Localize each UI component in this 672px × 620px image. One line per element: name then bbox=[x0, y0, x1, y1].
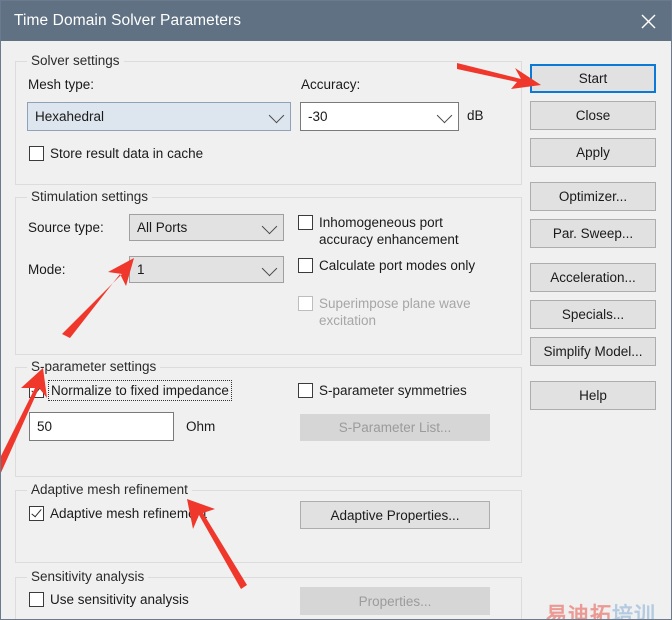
optimizer-button-label: Optimizer... bbox=[558, 189, 628, 204]
sparameter-list-button: S-Parameter List... bbox=[300, 414, 490, 441]
close-button[interactable] bbox=[625, 1, 671, 41]
impedance-unit-label: Ohm bbox=[186, 419, 216, 434]
adaptive-properties-button[interactable]: Adaptive Properties... bbox=[300, 501, 490, 529]
sensitivity-properties-label: Properties... bbox=[358, 593, 432, 609]
watermark-logo: 易迪拓培训 射频和天线设计专家 bbox=[535, 604, 667, 620]
checkbox-box bbox=[29, 592, 44, 607]
acceleration-button-label: Acceleration... bbox=[550, 270, 636, 285]
close-dialog-button[interactable]: Close bbox=[530, 101, 656, 130]
adaptive-mesh-group-label: Adaptive mesh refinement bbox=[27, 482, 192, 497]
inhomogeneous-port-accuracy-checkbox[interactable]: Inhomogeneous port accuracy enhancement bbox=[298, 214, 473, 248]
superimpose-plane-wave-checkbox: Superimpose plane wave excitation bbox=[298, 295, 488, 329]
apply-button[interactable]: Apply bbox=[530, 138, 656, 167]
title-bar: Time Domain Solver Parameters bbox=[1, 1, 671, 41]
simplify-model-button[interactable]: Simplify Model... bbox=[530, 337, 656, 366]
accuracy-label: Accuracy: bbox=[301, 77, 361, 92]
checkbox-box bbox=[29, 506, 44, 521]
sparameter-symmetries-checkbox[interactable]: S-parameter symmetries bbox=[298, 382, 467, 399]
accuracy-combobox[interactable]: -30 bbox=[300, 102, 459, 131]
normalize-fixed-impedance-label: Normalize to fixed impedance bbox=[48, 380, 232, 401]
par-sweep-button-label: Par. Sweep... bbox=[552, 226, 634, 241]
chevron-down-icon bbox=[261, 260, 278, 276]
impedance-value: 50 bbox=[37, 419, 53, 434]
sparameter-settings-label: S-parameter settings bbox=[27, 359, 161, 374]
store-result-cache-label: Store result data in cache bbox=[50, 146, 204, 161]
apply-button-label: Apply bbox=[576, 145, 610, 160]
checkbox-box bbox=[298, 215, 313, 230]
checkbox-box bbox=[298, 296, 313, 311]
impedance-input[interactable]: 50 bbox=[29, 412, 174, 441]
dialog-body: Solver settings Mesh type: Hexahedral Ac… bbox=[1, 41, 671, 619]
accuracy-unit-label: dB bbox=[467, 108, 484, 123]
window-title: Time Domain Solver Parameters bbox=[14, 12, 242, 29]
specials-button-label: Specials... bbox=[561, 307, 625, 322]
sensitivity-properties-button: Properties... bbox=[300, 587, 490, 615]
sensitivity-analysis-group-label: Sensitivity analysis bbox=[27, 569, 149, 584]
normalize-fixed-impedance-checkbox[interactable]: Normalize to fixed impedance bbox=[29, 380, 232, 401]
accuracy-value: -30 bbox=[308, 109, 328, 124]
watermark-logo-red: 易迪拓 bbox=[546, 604, 612, 620]
mode-label: Mode: bbox=[28, 262, 66, 277]
stimulation-settings-label: Stimulation settings bbox=[27, 189, 153, 204]
close-button-label: Close bbox=[575, 108, 611, 123]
start-button-label: Start bbox=[578, 71, 608, 86]
sparameter-symmetries-label: S-parameter symmetries bbox=[319, 383, 467, 398]
acceleration-button[interactable]: Acceleration... bbox=[530, 263, 656, 292]
chevron-down-icon bbox=[436, 107, 453, 123]
chevron-down-icon bbox=[261, 218, 278, 234]
mesh-type-label: Mesh type: bbox=[28, 77, 95, 92]
source-type-label: Source type: bbox=[28, 220, 104, 235]
specials-button[interactable]: Specials... bbox=[530, 300, 656, 329]
checkbox-box bbox=[29, 146, 44, 161]
store-result-cache-checkbox[interactable]: Store result data in cache bbox=[29, 145, 203, 162]
mesh-type-value: Hexahedral bbox=[35, 109, 105, 124]
par-sweep-button[interactable]: Par. Sweep... bbox=[530, 219, 656, 248]
use-sensitivity-analysis-checkbox[interactable]: Use sensitivity analysis bbox=[29, 591, 189, 608]
checkbox-box bbox=[298, 383, 313, 398]
inhomogeneous-port-accuracy-label: Inhomogeneous port accuracy enhancement bbox=[319, 215, 459, 247]
watermark-logo-blue: 培训 bbox=[612, 604, 656, 620]
time-domain-solver-parameters-dialog: Time Domain Solver Parameters Solver set… bbox=[0, 0, 672, 620]
calculate-port-modes-only-checkbox[interactable]: Calculate port modes only bbox=[298, 257, 498, 274]
adaptive-properties-label: Adaptive Properties... bbox=[330, 507, 460, 523]
help-button[interactable]: Help bbox=[530, 381, 656, 410]
start-button[interactable]: Start bbox=[530, 64, 656, 93]
mode-combobox[interactable]: 1 bbox=[129, 256, 284, 283]
mode-value: 1 bbox=[137, 262, 145, 277]
checkbox-box bbox=[29, 383, 44, 398]
optimizer-button[interactable]: Optimizer... bbox=[530, 182, 656, 211]
mesh-type-combobox[interactable]: Hexahedral bbox=[27, 102, 291, 131]
calculate-port-modes-only-label: Calculate port modes only bbox=[319, 258, 476, 273]
superimpose-plane-wave-label: Superimpose plane wave excitation bbox=[319, 296, 471, 328]
adaptive-mesh-refinement-label: Adaptive mesh refinement bbox=[50, 506, 207, 521]
sparameter-list-label: S-Parameter List... bbox=[338, 420, 452, 435]
adaptive-mesh-refinement-checkbox[interactable]: Adaptive mesh refinement bbox=[29, 505, 207, 522]
use-sensitivity-analysis-label: Use sensitivity analysis bbox=[50, 592, 189, 607]
close-icon bbox=[640, 13, 657, 30]
help-button-label: Help bbox=[579, 388, 607, 403]
solver-settings-label: Solver settings bbox=[27, 53, 124, 68]
chevron-down-icon bbox=[268, 107, 285, 123]
source-type-combobox[interactable]: All Ports bbox=[129, 214, 284, 241]
simplify-model-button-label: Simplify Model... bbox=[543, 344, 643, 359]
source-type-value: All Ports bbox=[137, 220, 188, 235]
checkbox-box bbox=[298, 258, 313, 273]
